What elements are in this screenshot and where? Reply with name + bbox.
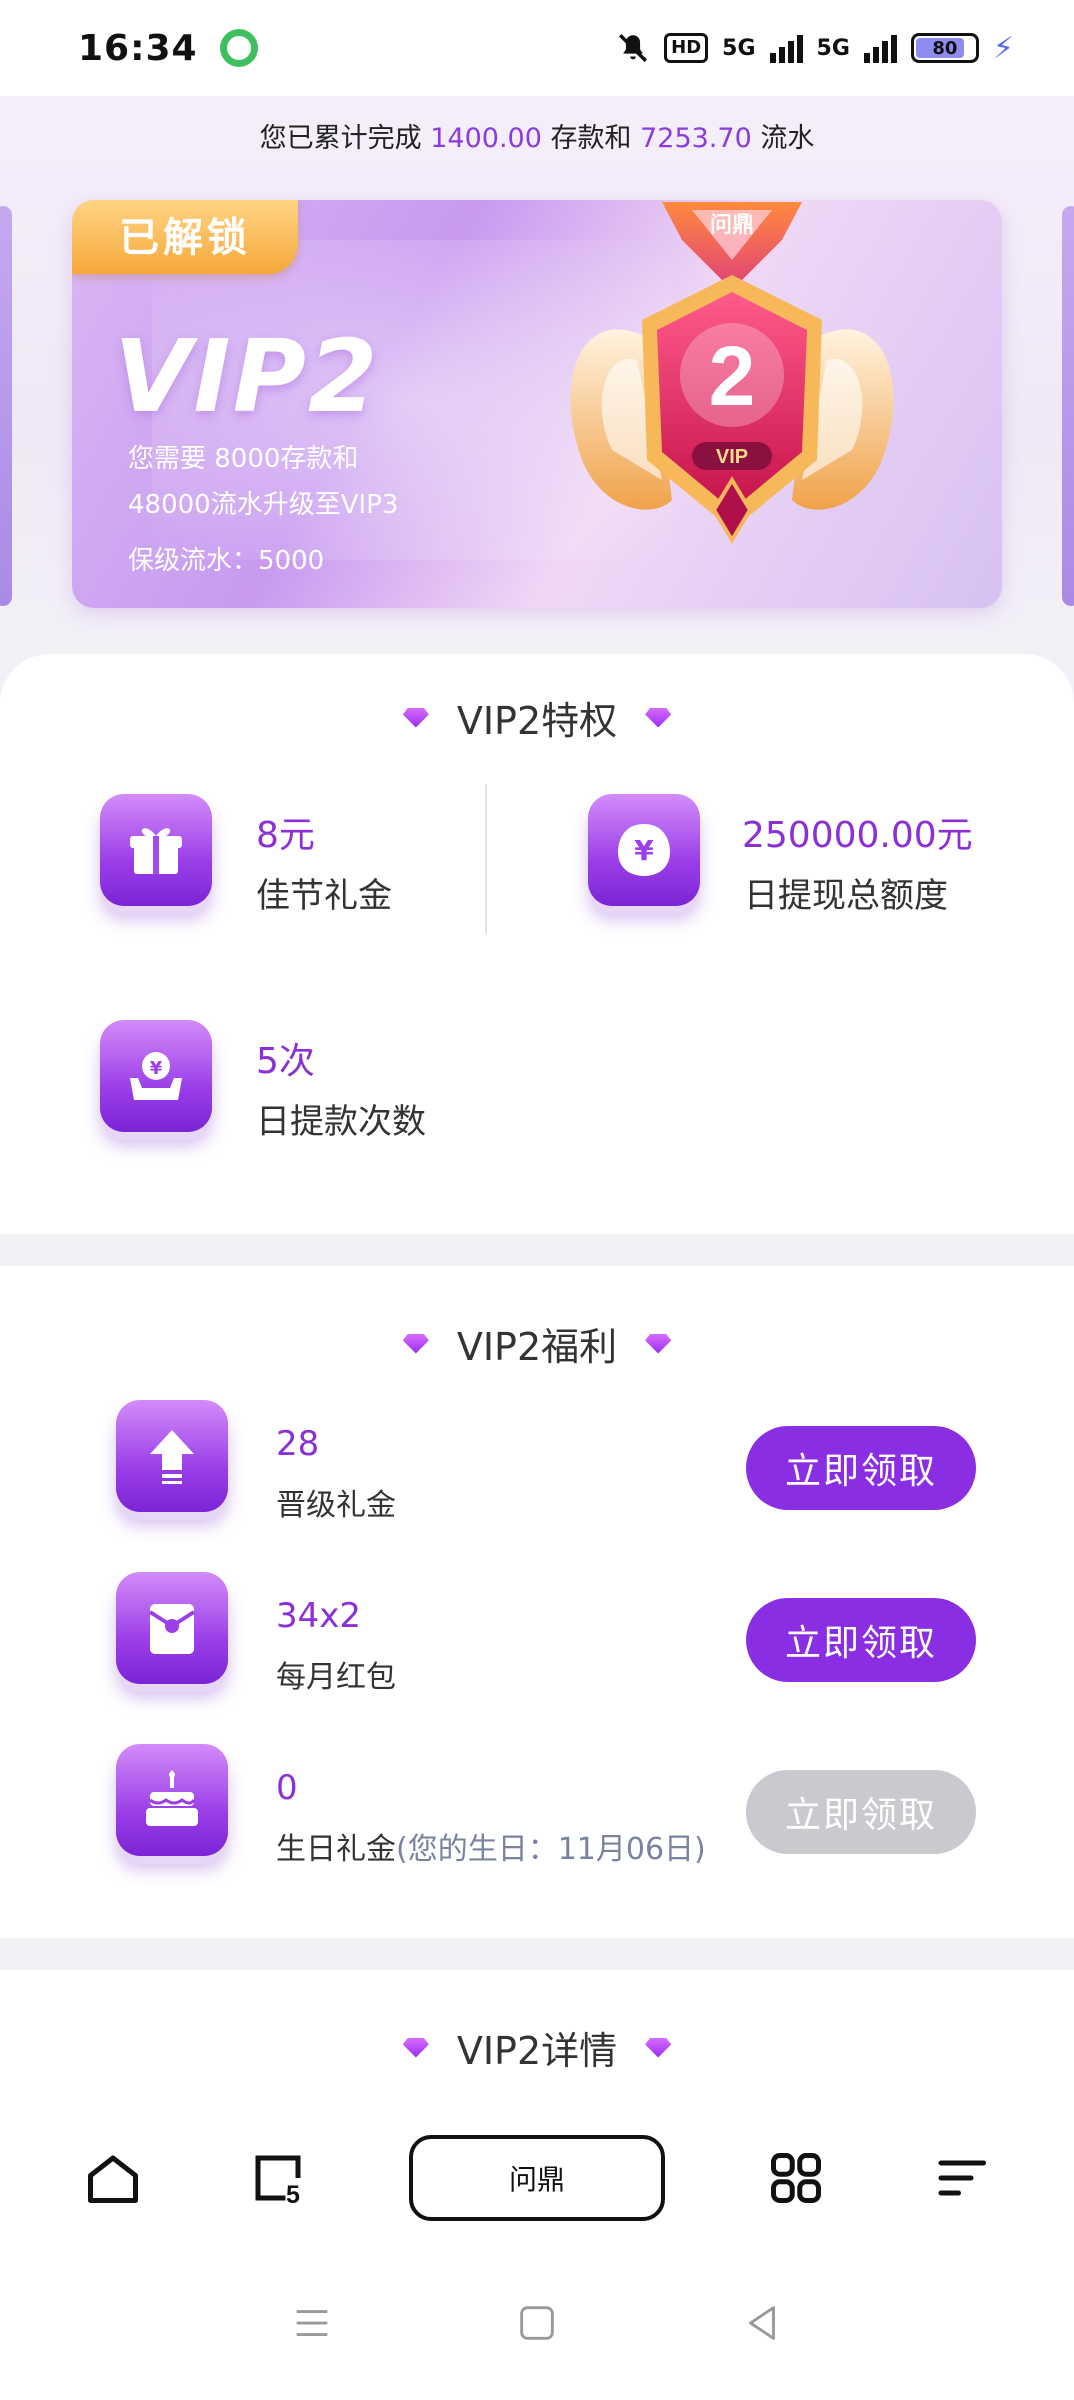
menu-icon[interactable]	[926, 2143, 996, 2213]
vip-hero: 您已累计完成 1400.00 存款和 7253.70 流水 已解锁 VIP2 您…	[0, 96, 1074, 656]
privilege-label: 日提款次数	[256, 1102, 426, 1142]
svg-text:问鼎: 问鼎	[710, 213, 754, 238]
diamond-icon	[645, 708, 671, 728]
upgrade-requirement-line2: 48000流水升级至VIP3	[128, 490, 399, 520]
svg-text:¥: ¥	[634, 834, 654, 867]
vip-badge-icon: 2 VIP 问鼎	[570, 202, 894, 544]
status-right: HD 5G 5G 80 ⚡	[616, 31, 1014, 66]
upgrade-requirement: 您需要 8000存款和 48000流水升级至VIP3	[128, 436, 548, 528]
svg-text:VIP: VIP	[716, 446, 748, 468]
welfare-label: 每月红包	[276, 1652, 396, 1696]
privilege-section-title: VIP2特权	[0, 690, 1074, 745]
clock: 16:34	[78, 27, 198, 69]
privilege-value: 8元	[256, 815, 315, 856]
tabs-icon[interactable]: 5	[243, 2143, 313, 2213]
progress-mid: 存款和	[550, 123, 632, 154]
status-left: 16:34	[78, 28, 258, 69]
signal-icon-1	[769, 33, 803, 63]
next-vip-card[interactable]	[1062, 206, 1074, 606]
hd-icon: HD	[664, 33, 709, 63]
diamond-icon	[645, 1334, 671, 1354]
upgrade-arrow-icon	[116, 1400, 228, 1512]
diamond-icon	[403, 1334, 429, 1354]
svg-text:¥: ¥	[150, 1058, 163, 1079]
detail-title-text: VIP2详情	[456, 2029, 618, 2073]
yen-bag-icon: ¥	[588, 794, 700, 906]
svg-text:5: 5	[286, 2181, 300, 2208]
apps-grid-icon[interactable]	[761, 2143, 831, 2213]
progress-prefix: 您已累计完成	[259, 123, 422, 154]
divider	[485, 784, 487, 934]
deposit-total: 1400.00	[430, 123, 542, 154]
gift-icon	[100, 794, 212, 906]
welfare-section-title: VIP2福利	[0, 1316, 1074, 1371]
welfare-label: 生日礼金(您的生日：11月06日)	[276, 1824, 706, 1868]
privilege-label: 佳节礼金	[256, 876, 392, 916]
signal-icon-2	[863, 33, 897, 63]
network-label-1: 5G	[722, 35, 756, 61]
diamond-icon	[645, 2038, 671, 2058]
home-nav-icon[interactable]	[514, 2300, 560, 2346]
welfare-label-text: 晋级礼金	[276, 1488, 396, 1523]
battery-icon: 80	[910, 33, 979, 63]
recent-apps-icon[interactable]	[289, 2300, 335, 2346]
welfare-label-text: 生日礼金	[276, 1832, 396, 1867]
upgrade-requirement-line1: 您需要 8000存款和	[128, 444, 359, 474]
network-label-2: 5G	[816, 35, 850, 61]
privilege-section: VIP2特权 8元 佳节礼金 ¥ 250000.00元 日提现总额度 ¥ 5次 …	[0, 654, 1074, 1234]
diamond-icon	[403, 2038, 429, 2058]
welfare-label-text: 每月红包	[276, 1660, 396, 1695]
browser-toolbar: 5 问鼎	[0, 2110, 1074, 2246]
detail-section: VIP2详情	[0, 1970, 1074, 2110]
privilege-title-text: VIP2特权	[456, 699, 618, 743]
birthday-cake-icon	[116, 1744, 228, 1856]
welfare-value: 28	[276, 1424, 320, 1464]
home-icon[interactable]	[78, 2143, 148, 2213]
claim-monthly-envelope-button[interactable]: 立即领取	[746, 1598, 976, 1682]
birthday-date: (您的生日：11月06日)	[396, 1832, 706, 1867]
withdraw-icon: ¥	[100, 1020, 212, 1132]
battery-level: 80	[932, 37, 958, 59]
privilege-label: 日提现总额度	[744, 876, 948, 916]
detail-section-title: VIP2详情	[0, 2020, 1074, 2075]
keep-level-turnover: 保级流水：5000	[128, 546, 325, 576]
back-icon[interactable]	[739, 2300, 785, 2346]
svg-text:2: 2	[709, 329, 756, 423]
system-navigation-bar	[0, 2246, 1074, 2400]
prev-vip-card[interactable]	[0, 206, 12, 606]
diamond-icon	[403, 708, 429, 728]
address-bar[interactable]: 问鼎	[408, 2135, 665, 2221]
welfare-label: 晋级礼金	[276, 1480, 396, 1524]
privilege-value: 5次	[256, 1041, 315, 1082]
progress-summary: 您已累计完成 1400.00 存款和 7253.70 流水	[0, 116, 1074, 155]
claim-upgrade-bonus-button[interactable]: 立即领取	[746, 1426, 976, 1510]
charging-icon: ⚡	[992, 30, 1014, 66]
status-bar: 16:34 HD 5G 5G 80 ⚡	[0, 0, 1074, 96]
vip-level-title: VIP2	[114, 318, 380, 435]
welfare-title-text: VIP2福利	[456, 1325, 618, 1369]
app-notification-icon	[219, 29, 258, 67]
progress-suffix: 流水	[760, 123, 815, 154]
welfare-value: 34x2	[276, 1596, 362, 1636]
mute-bell-icon	[619, 33, 648, 63]
welfare-section: VIP2福利 28 晋级礼金 立即领取 34x2 每月红包 立即领取 0 生日礼…	[0, 1266, 1074, 1938]
welfare-value: 0	[276, 1768, 298, 1808]
turnover-total: 7253.70	[640, 123, 752, 154]
red-envelope-icon	[116, 1572, 228, 1684]
vip-level-card[interactable]: 已解锁 VIP2 您需要 8000存款和 48000流水升级至VIP3 保级流水…	[72, 200, 1002, 608]
unlocked-tag: 已解锁	[72, 200, 298, 274]
claim-birthday-bonus-button[interactable]: 立即领取	[746, 1770, 976, 1854]
privilege-value: 250000.00元	[742, 815, 973, 856]
